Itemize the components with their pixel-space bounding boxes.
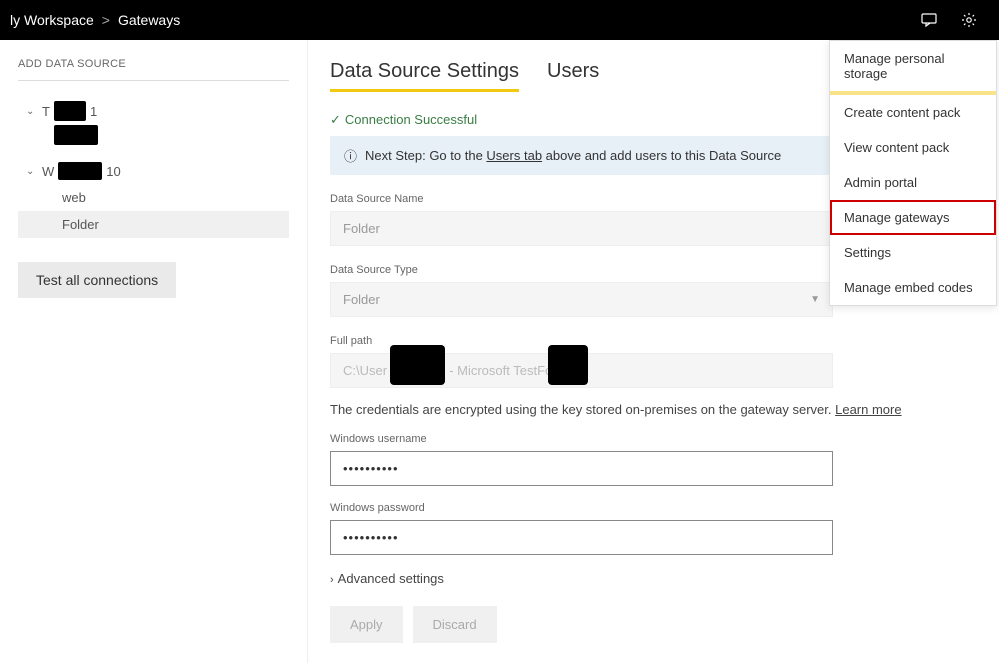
- menu-manage-embed-codes[interactable]: Manage embed codes: [830, 270, 996, 305]
- tab-users[interactable]: Users: [547, 60, 599, 92]
- advanced-settings-toggle[interactable]: › Advanced settings: [330, 571, 977, 586]
- gateway-item[interactable]: ⌄ W 10: [18, 158, 289, 184]
- data-source-name-input[interactable]: Folder: [330, 211, 833, 246]
- redacted: [390, 345, 445, 385]
- breadcrumb-workspace[interactable]: ly Workspace: [10, 12, 94, 28]
- redacted: [54, 125, 98, 145]
- menu-settings[interactable]: Settings: [830, 235, 996, 270]
- discard-button[interactable]: Discard: [413, 606, 497, 643]
- top-bar: ly Workspace > Gateways: [0, 0, 999, 40]
- encryption-text: The credentials are encrypted using the …: [330, 402, 835, 417]
- page-content: ADD DATA SOURCE ⌄ T 1 ⌄ W 10 web Folder …: [0, 40, 999, 663]
- settings-dropdown-menu: Manage personal storage Create content p…: [829, 40, 997, 306]
- windows-username-label: Windows username: [330, 433, 977, 445]
- gateway-label-suffix: 1: [90, 104, 97, 119]
- menu-manage-personal-storage[interactable]: Manage personal storage: [830, 41, 996, 91]
- menu-create-content-pack[interactable]: Create content pack: [830, 95, 996, 130]
- redacted: [58, 162, 102, 180]
- info-icon: ⓘ: [344, 146, 357, 165]
- status-text: Connection Successful: [345, 112, 477, 127]
- encryption-note: The credentials are encrypted using the …: [330, 402, 977, 417]
- windows-username-input[interactable]: [330, 451, 833, 486]
- chevron-down-icon: ⌄: [26, 106, 38, 117]
- top-actions: [909, 0, 989, 40]
- data-source-item-web[interactable]: web: [18, 184, 289, 211]
- checkmark-icon: ✓: [330, 112, 341, 127]
- feedback-icon[interactable]: [909, 0, 949, 40]
- sidebar: ADD DATA SOURCE ⌄ T 1 ⌄ W 10 web Folder …: [0, 40, 308, 663]
- menu-admin-portal[interactable]: Admin portal: [830, 165, 996, 200]
- gateway-label-prefix: T: [42, 104, 50, 119]
- gear-icon[interactable]: [949, 0, 989, 40]
- gateway-label-suffix: 10: [106, 164, 120, 179]
- chevron-down-icon: ⌄: [26, 166, 38, 177]
- menu-view-content-pack[interactable]: View content pack: [830, 130, 996, 165]
- apply-button[interactable]: Apply: [330, 606, 403, 643]
- gateway-item[interactable]: ⌄ T 1: [18, 97, 289, 125]
- add-data-source-button[interactable]: ADD DATA SOURCE: [18, 58, 289, 81]
- data-source-item-folder[interactable]: Folder: [18, 211, 289, 238]
- data-source-type-select[interactable]: Folder ▼: [330, 282, 833, 317]
- test-all-connections-button[interactable]: Test all connections: [18, 262, 176, 298]
- redacted: [54, 101, 86, 121]
- full-path-container: C:\User OneDrive - Microsoft TestFolder: [330, 353, 833, 388]
- storage-progress-bar: [830, 91, 996, 95]
- learn-more-link[interactable]: Learn more: [835, 402, 901, 417]
- dropdown-caret-icon: ▼: [810, 294, 820, 305]
- select-value: Folder: [343, 292, 380, 307]
- info-lead: Next Step: Go to the: [365, 148, 486, 163]
- windows-password-label: Windows password: [330, 502, 977, 514]
- breadcrumb: ly Workspace > Gateways: [10, 12, 180, 28]
- redacted: [548, 345, 588, 385]
- breadcrumb-separator: >: [102, 12, 110, 28]
- gateway-label-prefix: W: [42, 164, 54, 179]
- windows-password-input[interactable]: [330, 520, 833, 555]
- info-tail: above and add users to this Data Source: [542, 148, 781, 163]
- chevron-right-icon: ›: [330, 574, 334, 586]
- tab-data-source-settings[interactable]: Data Source Settings: [330, 60, 519, 92]
- action-buttons: Apply Discard: [330, 606, 977, 643]
- users-tab-link[interactable]: Users tab: [486, 148, 542, 163]
- advanced-label: Advanced settings: [338, 571, 444, 586]
- menu-manage-gateways[interactable]: Manage gateways: [830, 200, 996, 235]
- breadcrumb-current: Gateways: [118, 12, 180, 28]
